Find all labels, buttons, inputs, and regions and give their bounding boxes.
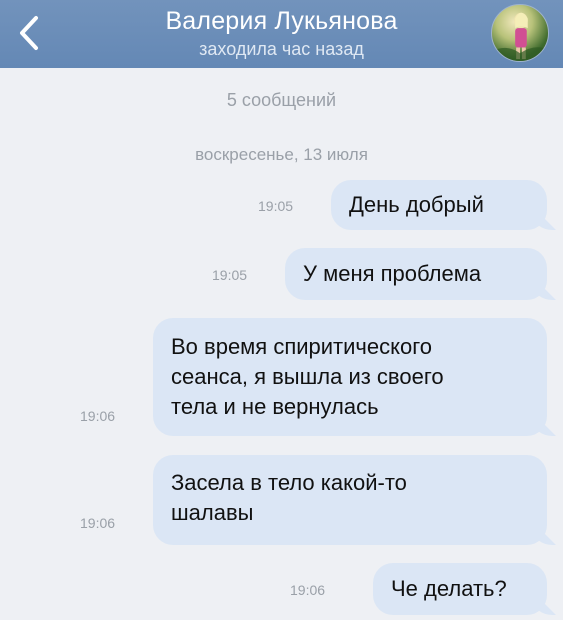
message-bubble[interactable]: День добрый [331, 180, 547, 230]
chat-header: Валерия Лукьянова заходила час назад [0, 0, 563, 68]
message-line: У меня проблема [303, 261, 482, 286]
message-bubble[interactable]: Засела в тело какой-то шалавы [153, 455, 547, 545]
message-time: 19:05 [212, 267, 248, 283]
message-line: шалавы [171, 500, 254, 525]
chevron-left-icon [20, 16, 38, 50]
chat-screen: Валерия Лукьянова заходила час назад 5 с… [0, 0, 563, 620]
message-time: 19:06 [80, 515, 116, 531]
message-time: 19:06 [290, 582, 326, 598]
message-bubble[interactable]: У меня проблема [285, 248, 547, 300]
chat-title[interactable]: Валерия Лукьянова заходила час назад [90, 6, 473, 60]
message-line: сеанса, я вышла из своего [171, 364, 444, 389]
date-separator: воскресенье, 13 июля [195, 145, 368, 164]
message-bubble[interactable]: Че делать? [373, 563, 547, 615]
message-time: 19:05 [258, 198, 294, 214]
back-button[interactable] [6, 8, 52, 58]
message-line: Во время спиритического [171, 334, 433, 359]
message-time: 19:06 [80, 408, 116, 424]
avatar[interactable] [491, 4, 549, 62]
avatar-picture [492, 12, 548, 61]
message-line: Засела в тело какой-то [171, 470, 407, 495]
message-bubble[interactable]: Во время спиритического сеанса, я вышла … [153, 318, 547, 436]
message-line: День добрый [349, 192, 484, 217]
message-line: Че делать? [391, 576, 507, 601]
contact-status: заходила час назад [199, 39, 364, 59]
message-count: 5 сообщений [226, 90, 337, 110]
message-line: тела и не вернулась [171, 394, 379, 419]
contact-name: Валерия Лукьянова [165, 7, 398, 35]
